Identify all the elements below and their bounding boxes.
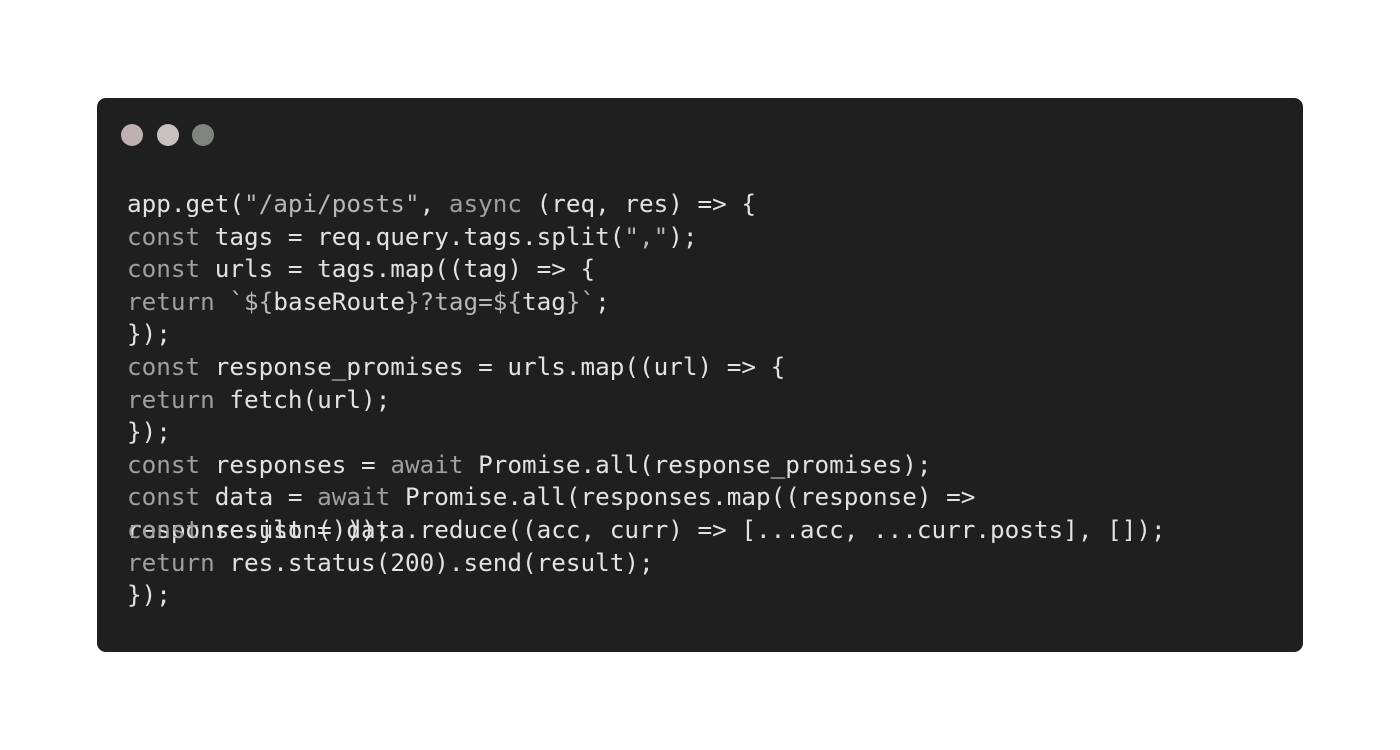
code-line: });: [127, 579, 171, 612]
code-token: response_promises = urls.map((url) => {: [200, 352, 786, 381]
code-token: });: [127, 319, 171, 349]
code-token: res.status(200).send(result);: [214, 547, 654, 577]
code-line: app.get("/api/posts", async (req, res) =…: [127, 188, 756, 221]
code-string: }?tag=${: [404, 286, 522, 316]
minimize-dot[interactable]: [157, 124, 179, 146]
maximize-dot[interactable]: [192, 124, 214, 146]
code-keyword: await: [317, 482, 391, 512]
code-keyword: const: [127, 515, 201, 544]
code-keyword: const: [127, 221, 201, 251]
code-line: const urls = tags.map((tag) => {: [127, 253, 595, 286]
code-line: });: [127, 416, 171, 449]
code-token: urls = tags.map((tag) => {: [200, 254, 596, 284]
code-token: baseRoute: [273, 286, 405, 316]
code-token: app.get(: [127, 189, 245, 218]
code-line: const tags = req.query.tags.split(",");: [127, 221, 698, 254]
code-line: const data = await Promise.all(responses…: [127, 481, 975, 514]
code-keyword: return: [127, 547, 215, 577]
code-keyword: const: [127, 482, 201, 512]
code-keyword: const: [127, 352, 201, 381]
code-token: ;: [595, 286, 610, 316]
code-token: );: [668, 221, 698, 251]
code-string: "/api/posts": [244, 189, 420, 218]
code-string: ",": [624, 221, 669, 251]
code-line: return `${baseRoute}?tag=${tag}`;: [127, 286, 610, 319]
close-dot[interactable]: [121, 124, 143, 146]
code-keyword: async: [448, 189, 522, 218]
code-keyword: return: [127, 384, 215, 414]
code-line: const response_promises = urls.map((url)…: [127, 351, 785, 384]
code-token: result = data.reduce((acc, curr) => [...…: [200, 515, 1166, 544]
code-line: const responses = await Promise.all(resp…: [127, 449, 932, 482]
code-token: ,: [419, 189, 449, 218]
code-token: Promise.all(response_promises);: [463, 449, 932, 479]
code-keyword: const: [127, 254, 201, 284]
code-token: tags = req.query.tags.split(: [200, 221, 625, 251]
code-token: tag: [522, 286, 566, 316]
code-token: fetch(url);: [214, 384, 391, 414]
code-token: });: [127, 580, 171, 610]
code-keyword: const: [127, 449, 201, 479]
code-line: });: [127, 318, 171, 351]
code-token: Promise.all(responses.map((response) =>: [390, 482, 976, 512]
code-token: (req, res) => {: [521, 189, 757, 218]
code-token: responses =: [200, 449, 391, 479]
code-window: app.get("/api/posts", async (req, res) =…: [97, 98, 1303, 652]
code-token: });: [127, 417, 171, 447]
code-keyword: await: [390, 449, 464, 479]
code-line: return fetch(url);: [127, 384, 390, 417]
code-line: const result = data.reduce((acc, curr) =…: [127, 514, 1166, 547]
code-line: return res.status(200).send(result);: [127, 547, 654, 580]
code-string: }`: [565, 286, 596, 316]
code-string: `${: [229, 286, 274, 316]
code-keyword: return: [127, 286, 215, 316]
code-token: data =: [200, 482, 318, 512]
